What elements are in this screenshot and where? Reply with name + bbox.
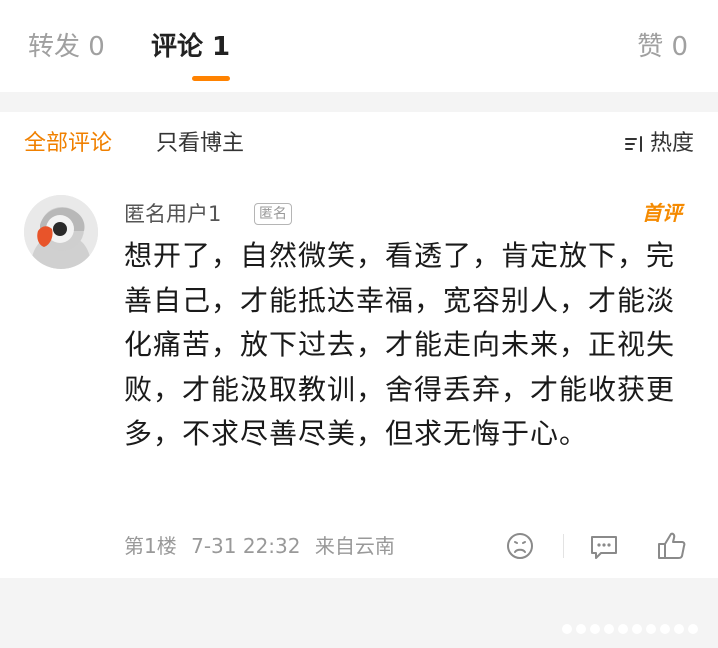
sort-by-heat-button[interactable]: 热度	[624, 129, 694, 159]
action-divider	[563, 534, 564, 558]
comment-text: 想开了，自然微笑，看透了，肯定放下，完善自己，才能抵达幸福，宽容别人，才能淡化痛…	[124, 239, 676, 450]
floor-number: 第1楼	[124, 534, 177, 558]
first-comment-badge: 首评	[642, 201, 682, 225]
frown-icon[interactable]	[504, 530, 536, 562]
comment-bubble-icon[interactable]	[588, 530, 620, 562]
sort-label: 热度	[649, 131, 694, 156]
filter-owner-only[interactable]: 只看博主	[156, 129, 244, 159]
avatar[interactable]	[24, 195, 98, 269]
sort-icon	[624, 136, 642, 152]
footer-area	[0, 578, 718, 648]
tab-like[interactable]: 赞 0	[637, 30, 688, 64]
tab-forward[interactable]: 转发 0	[28, 30, 105, 64]
watermark	[562, 624, 698, 634]
section-divider	[0, 92, 718, 112]
comment-location: 来自云南	[314, 534, 395, 558]
comment-username[interactable]: 匿名用户1	[124, 200, 221, 228]
tab-comment[interactable]: 评论 1	[151, 30, 230, 64]
active-tab-indicator	[192, 76, 230, 81]
tab-bar: 转发 0 评论 1 赞 0	[0, 0, 718, 92]
filter-all-comments[interactable]: 全部评论	[24, 129, 112, 159]
thumbs-up-icon[interactable]	[656, 530, 688, 562]
anonymous-badge: 匿名	[254, 203, 292, 225]
comment-time: 7-31 22:32	[191, 534, 301, 558]
comment-meta: 第1楼 7-31 22:32 来自云南	[124, 532, 395, 560]
